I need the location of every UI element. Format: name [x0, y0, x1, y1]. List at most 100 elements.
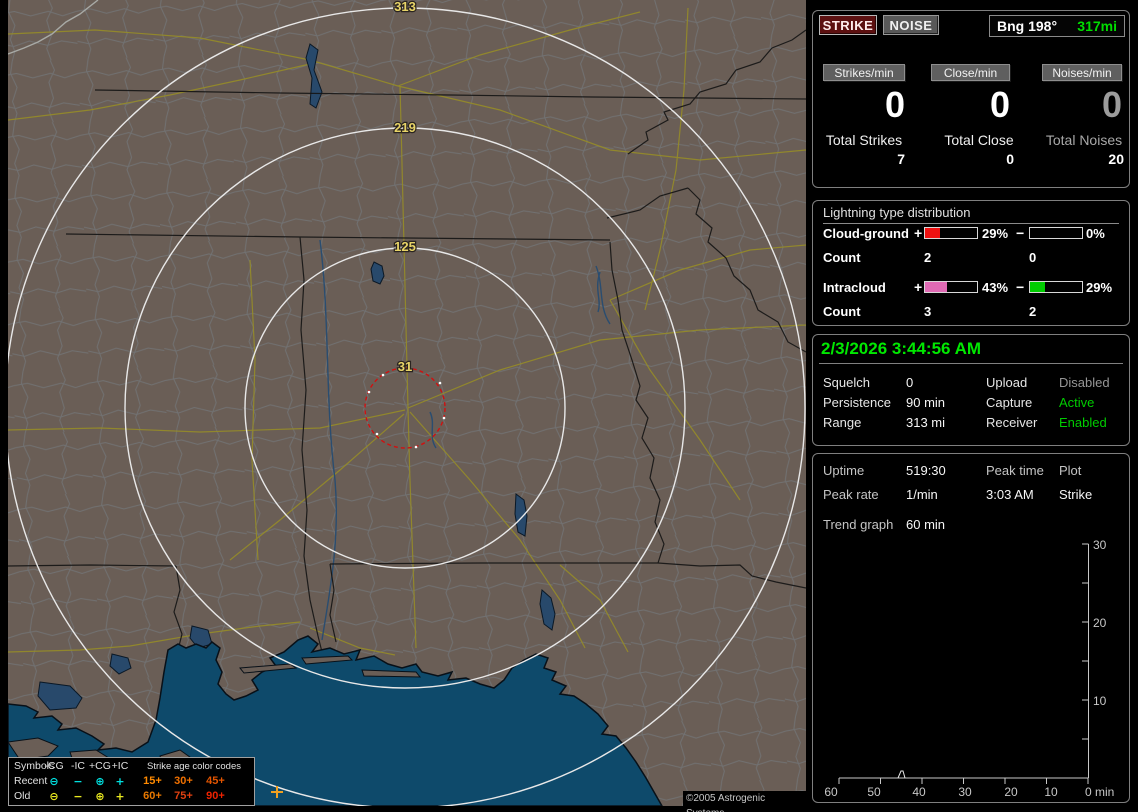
ic-minus-bar-fill	[1030, 282, 1046, 292]
lightning-map[interactable]: 313 219 125 31	[8, 0, 806, 806]
trend-x-30: 30	[958, 785, 972, 797]
close-per-min-chip[interactable]: Close/min	[931, 64, 1010, 81]
ic-plus-bar	[924, 281, 978, 293]
old-neg-cg-icon: ⊖	[49, 790, 59, 803]
cg-plus-pct: 29%	[982, 226, 1009, 241]
trend-y-30: 30	[1093, 538, 1107, 552]
persistence-label: Persistence	[823, 395, 891, 410]
session-panel: Uptime 519:30 Peak time Plot Peak rate 1…	[812, 453, 1130, 803]
upload-value: Disabled	[1059, 375, 1110, 390]
legend-age-title: Strike age color codes	[147, 761, 241, 772]
ic-minus-bar	[1029, 281, 1083, 293]
legend-col-pos-ic: +IC	[111, 760, 129, 772]
status-separator	[819, 363, 1123, 364]
cg-minus-sign: −	[1016, 225, 1025, 241]
bearing-label: Bng 198°	[997, 18, 1058, 34]
cg-plus-count: 2	[924, 250, 932, 265]
close-rate-value: 0	[989, 84, 1010, 125]
ring-label-313: 313	[394, 0, 416, 14]
distribution-panel: Lightning type distribution Cloud-ground…	[812, 200, 1130, 326]
old-pos-ic-icon: +	[115, 790, 125, 803]
trend-graph: 30 20 10 60 50 40 30 20 10 0 min	[824, 538, 1114, 797]
strike-button[interactable]: STRIKE	[819, 15, 877, 35]
copyright-bar: ©2005 Astrogenic Systems	[683, 791, 806, 812]
capture-value: Active	[1059, 395, 1095, 410]
trend-x-60: 60	[824, 785, 838, 797]
recent-neg-ic-icon: −	[73, 775, 83, 788]
age-60: 60+	[143, 790, 162, 802]
trend-x-0min: 0 min	[1085, 785, 1114, 797]
trend-x-10: 10	[1044, 785, 1058, 797]
plot-label: Plot	[1059, 463, 1082, 478]
legend-col-neg-ic: -IC	[71, 760, 85, 772]
bearing-readout: Bng 198° 317mi	[989, 15, 1125, 37]
receiver-value: Enabled	[1059, 415, 1107, 430]
legend-col-pos-cg: +CG	[89, 760, 111, 772]
ring-label-219: 219	[394, 120, 416, 135]
ic-minus-sign: −	[1016, 279, 1025, 295]
cg-plus-bar-fill	[925, 228, 941, 238]
noises-rate-value: 0	[1101, 84, 1122, 125]
range-value: 313 mi	[906, 415, 946, 430]
peak-rate-value: 1/min	[906, 487, 938, 502]
noises-per-min-chip[interactable]: Noises/min	[1042, 64, 1122, 81]
ic-plus-bar-fill	[925, 282, 948, 292]
total-noises-value: 20	[1108, 151, 1124, 167]
ic-minus-count: 2	[1029, 304, 1037, 319]
strikes-per-min-chip[interactable]: Strikes/min	[823, 64, 905, 81]
total-noises-label: Total Noises	[1045, 132, 1123, 148]
squelch-label: Squelch	[823, 375, 870, 390]
strikes-rate-value: 0	[884, 84, 905, 125]
age-45: 45+	[206, 775, 225, 787]
recent-neg-cg-icon: ⊖	[49, 775, 59, 788]
squelch-value: 0	[906, 375, 914, 390]
old-pos-cg-icon: ⊕	[95, 790, 105, 803]
noise-button[interactable]: NOISE	[883, 15, 939, 35]
bearing-range: 317mi	[1077, 18, 1117, 34]
total-strikes-value: 7	[897, 151, 905, 167]
trend-x-20: 20	[1004, 785, 1018, 797]
age-90: 90+	[206, 790, 225, 802]
cg-minus-pct: 0%	[1086, 226, 1105, 241]
distribution-title: Lightning type distribution	[823, 205, 1119, 224]
peak-time-value: 3:03 AM	[986, 487, 1034, 502]
ring-label-31: 31	[398, 359, 412, 374]
map-legend: Symbols -CG -IC +CG +IC Strike age color…	[8, 757, 255, 806]
counter-panel: STRIKE NOISE Bng 198° 317mi Strikes/min …	[812, 10, 1130, 188]
uptime-label: Uptime	[823, 463, 865, 478]
ring-label-125: 125	[394, 239, 416, 254]
upload-label: Upload	[986, 375, 1028, 390]
uptime-value: 519:30	[906, 463, 946, 478]
cg-plus-bar	[924, 227, 978, 239]
ic-count-label: Count	[823, 304, 861, 319]
persistence-value: 90 min	[906, 395, 946, 410]
intracloud-label: Intracloud	[823, 280, 886, 295]
cg-plus-sign: +	[914, 225, 923, 241]
legend-col-neg-cg: -CG	[44, 760, 64, 772]
trend-y-20: 20	[1093, 616, 1107, 630]
trend-x-50: 50	[867, 785, 881, 797]
total-close-label: Total Close	[944, 132, 1014, 148]
age-75: 75+	[174, 790, 193, 802]
old-neg-ic-icon: −	[73, 790, 83, 803]
cg-count-label: Count	[823, 250, 861, 265]
capture-label: Capture	[986, 395, 1033, 410]
cg-minus-count: 0	[1029, 250, 1037, 265]
ic-minus-pct: 29%	[1086, 280, 1113, 295]
age-15: 15+	[143, 775, 162, 787]
ic-plus-count: 3	[924, 304, 932, 319]
total-strikes-label: Total Strikes	[825, 132, 903, 148]
trend-x-40: 40	[912, 785, 926, 797]
receiver-label: Receiver	[986, 415, 1038, 430]
plot-value: Strike	[1059, 487, 1093, 502]
cg-minus-bar	[1029, 227, 1083, 239]
trend-graph-value: 60 min	[906, 517, 946, 532]
ic-plus-pct: 43%	[982, 280, 1009, 295]
nexstorm-window: 313 219 125 31 Symbols -CG -IC +CG +IC S…	[0, 0, 1138, 812]
trend-spike	[897, 770, 906, 779]
trend-graph-label: Trend graph	[823, 517, 894, 532]
total-close-value: 0	[1006, 151, 1014, 167]
recent-pos-ic-icon: +	[115, 775, 125, 788]
peak-time-label: Peak time	[986, 463, 1044, 478]
status-panel: 2/3/2026 3:44:56 AM Squelch 0 Upload Dis…	[812, 334, 1130, 446]
